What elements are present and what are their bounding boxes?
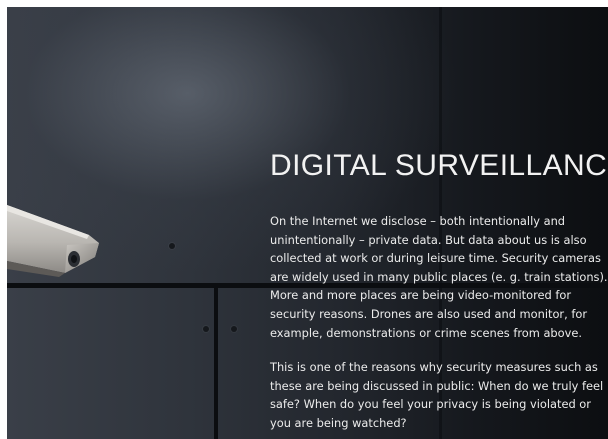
panel-seam [214, 285, 218, 439]
discussion-paragraph: This is one of the reasons why security … [270, 360, 604, 430]
panel-rivet [231, 326, 237, 332]
page-title: DIGITAL SURVEILLANCE [270, 149, 608, 182]
hero-section: DIGITAL SURVEILLANCE On the Internet we … [7, 7, 608, 439]
panel-rivet [203, 326, 209, 332]
security-camera-icon [7, 205, 99, 277]
article: DIGITAL SURVEILLANCE On the Internet we … [270, 148, 608, 439]
page: DIGITAL SURVEILLANCE On the Internet we … [0, 0, 608, 439]
intro-paragraph: On the Internet we disclose – both inten… [270, 214, 608, 340]
panel-rivet [169, 243, 175, 249]
